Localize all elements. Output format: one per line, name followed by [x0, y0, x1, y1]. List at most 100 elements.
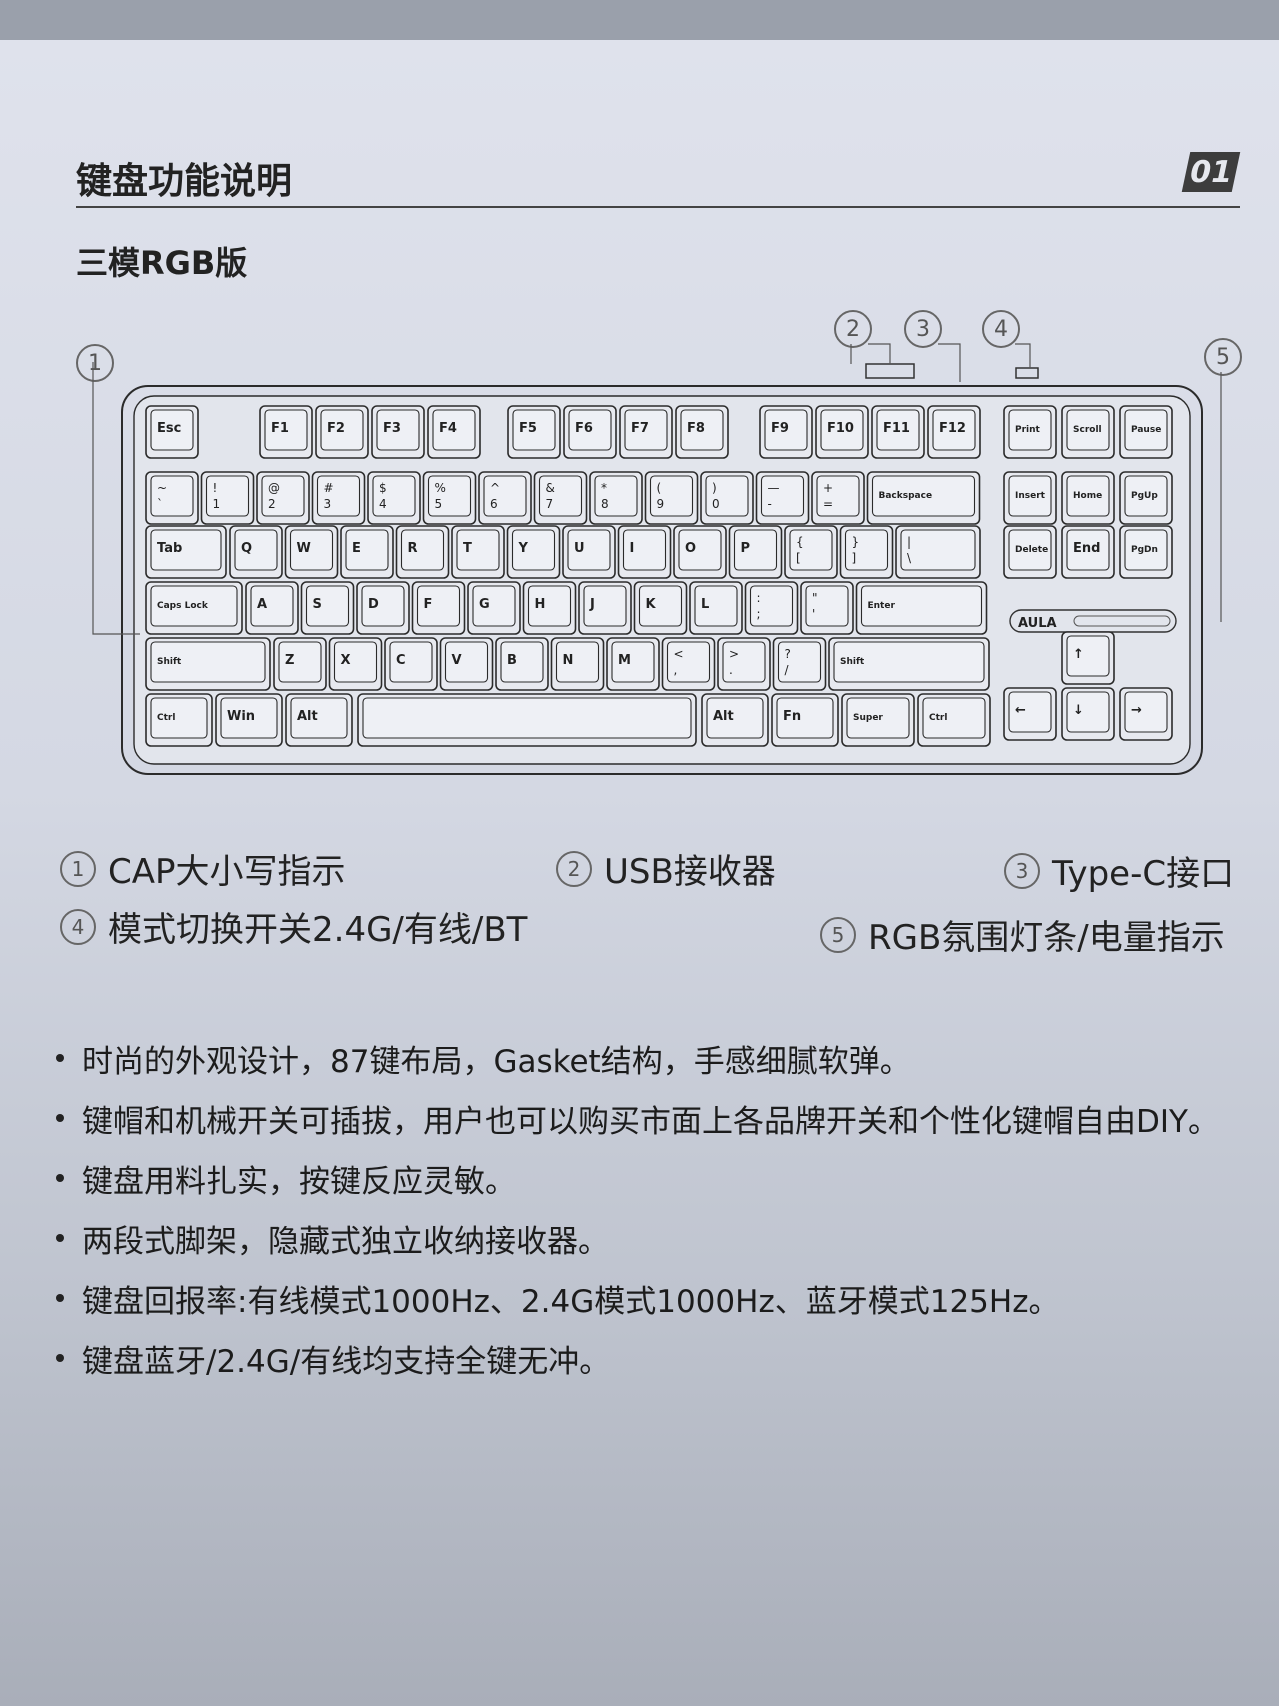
key-label: `	[157, 497, 163, 511]
key-letter: A	[245, 581, 299, 635]
key-letter: Y	[506, 525, 561, 579]
key-label: ↓	[1073, 703, 1084, 718]
bullet-icon	[56, 1234, 64, 1242]
key-number-row: &7	[533, 471, 588, 525]
key-label: Q	[241, 541, 252, 556]
feature-item: 键帽和机械开关可插拔，用户也可以购买市面上各品牌开关和个性化键帽自由DIY。	[56, 1092, 1276, 1144]
title-divider	[76, 206, 1240, 208]
legend-number: 1	[60, 850, 96, 887]
key-pgup: PgUp	[1119, 471, 1173, 525]
key-scroll: Scroll	[1061, 405, 1115, 459]
key-letter: {[	[784, 525, 838, 579]
key-pgdn: PgDn	[1119, 525, 1173, 579]
feature-text: 键帽和机械开关可插拔，用户也可以购买市面上各品牌开关和个性化键帽自由DIY。	[82, 1103, 1219, 1140]
key-label: F8	[687, 421, 705, 436]
key-label: End	[1073, 541, 1100, 556]
key-letter: U	[562, 525, 616, 579]
key-left-ctrl: Ctrl	[145, 693, 213, 747]
key-arrow-right: →	[1119, 687, 1173, 741]
key-label: F2	[327, 421, 345, 436]
key-label: H	[535, 597, 546, 612]
key-label: [	[796, 551, 801, 565]
key-letter: H	[522, 581, 577, 635]
key-number-row: )0	[700, 471, 754, 525]
usb-receiver-slot	[865, 363, 915, 379]
key-label: ?	[785, 647, 791, 661]
feature-item: 键盘蓝牙/2.4G/有线均支持全键无冲。	[56, 1332, 1276, 1384]
key-label: F5	[519, 421, 537, 436]
key-f6: F6	[563, 405, 617, 459]
key-delete: Delete	[1003, 525, 1057, 579]
key-label: Pause	[1131, 425, 1161, 435]
key-label: Fn	[783, 709, 801, 724]
key-enter: Enter	[855, 581, 988, 635]
key-label: T	[463, 541, 472, 556]
key-label: 9	[657, 497, 665, 511]
key-number-row: *8	[589, 471, 643, 525]
key-label: !	[213, 481, 218, 495]
key-label: S	[313, 597, 322, 612]
key-letter: ?/	[772, 637, 827, 691]
key-label: C	[396, 653, 406, 668]
key-label: K	[646, 597, 657, 612]
key-number-row: ~`	[145, 471, 199, 525]
key-label: ]	[852, 551, 857, 565]
key-label: ^	[490, 481, 500, 495]
key-label: Insert	[1015, 491, 1046, 501]
key-label: (	[657, 481, 662, 495]
key-label: |	[907, 535, 911, 549]
keyboard-diagram: 1 2 3 4 5 Esc F1 F2 F3 F4 F5 F6 F7 F8 F9 F10 F11 F12…	[0, 310, 1279, 810]
key-label: PgDn	[1131, 545, 1158, 555]
key-label: X	[341, 653, 351, 668]
feature-text: 时尚的外观设计，87键布局，Gasket结构，手感细腻软弹。	[82, 1043, 911, 1080]
key-label: J	[589, 597, 595, 612]
key-f3: F3	[371, 405, 425, 459]
bullet-icon	[56, 1174, 64, 1182]
key-label: F4	[439, 421, 457, 436]
key-label: B	[507, 653, 517, 668]
key-f4: F4	[427, 405, 481, 459]
key-esc: Esc	[145, 405, 199, 459]
key-letter: T	[451, 525, 505, 579]
feature-list: 时尚的外观设计，87键布局，Gasket结构，手感细腻软弹。 键帽和机械开关可插…	[56, 1032, 1276, 1392]
key-f5: F5	[507, 405, 561, 459]
key-label: 1	[213, 497, 221, 511]
key-number-row: ^6	[478, 471, 532, 525]
mode-switch	[1015, 367, 1039, 379]
key-letter: J	[578, 581, 632, 635]
key-label: Shift	[157, 657, 182, 667]
key-label: Super	[853, 713, 883, 723]
legend-item-2: 2 USB接收器	[556, 844, 776, 893]
key-f8: F8	[675, 405, 729, 459]
legend-number: 5	[820, 916, 856, 953]
key-left-alt: Alt	[285, 693, 353, 747]
key-letter: G	[467, 581, 521, 635]
legend-number: 3	[1004, 852, 1040, 889]
key-f2: F2	[315, 405, 369, 459]
page-subtitle: 三模RGB版	[76, 244, 248, 282]
key-label: Z	[285, 653, 294, 668]
key-tab: Tab	[145, 525, 227, 579]
brand-logo: AULA	[1018, 616, 1057, 631]
key-number-row: +=	[811, 471, 865, 525]
legend-item-3: 3 Type-C接口	[1004, 846, 1234, 895]
key-f7: F7	[619, 405, 673, 459]
key-letter: V	[439, 637, 494, 691]
callout-leaders	[850, 343, 1031, 382]
key-letter: F	[411, 581, 466, 635]
key-end: End	[1061, 525, 1115, 579]
key-label: -	[768, 497, 772, 511]
key-label: #	[324, 481, 334, 495]
key-label: 3	[324, 497, 332, 511]
key-label: A	[257, 597, 267, 612]
legend-text: RGB氛围灯条/电量指示	[868, 918, 1225, 958]
key-letter: L	[689, 581, 743, 635]
key-label: F10	[827, 421, 854, 436]
key-label: Esc	[157, 421, 181, 436]
key-label: Shift	[840, 657, 865, 667]
key-backspace: Backspace	[866, 471, 981, 525]
key-f10: F10	[815, 405, 869, 459]
key-label: >	[729, 647, 739, 661]
bullet-icon	[56, 1354, 64, 1362]
key-label: M	[618, 653, 631, 668]
